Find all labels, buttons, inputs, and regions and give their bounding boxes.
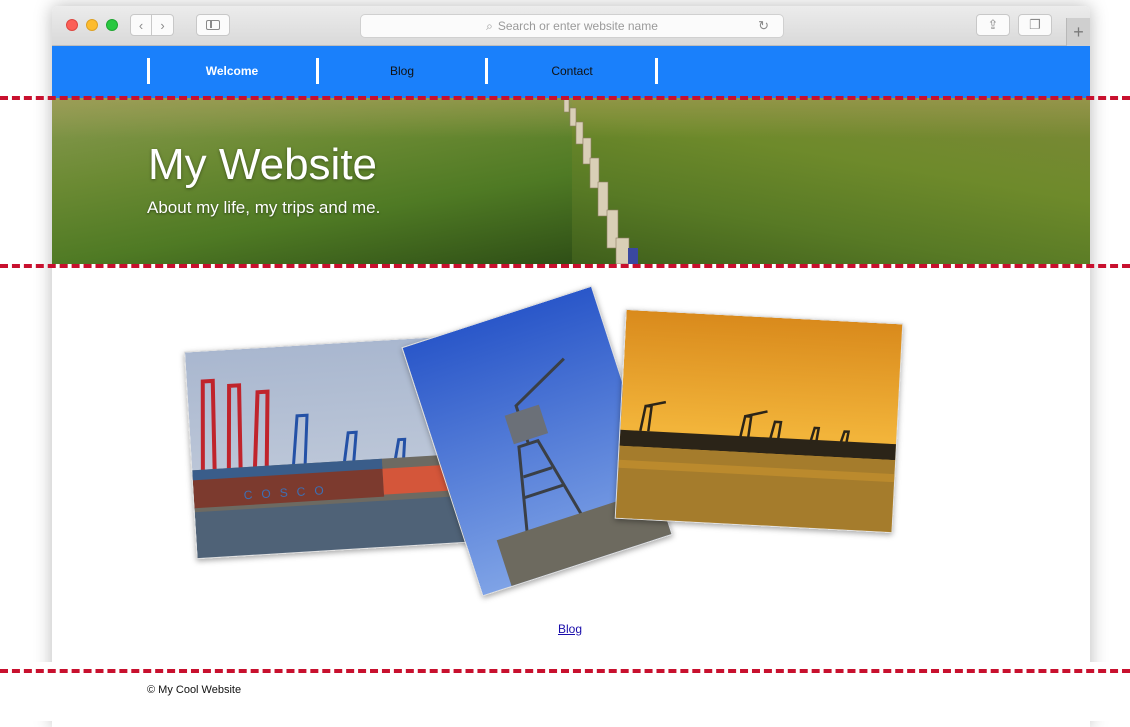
section-divider-guide [0, 96, 1130, 100]
page-subtitle: About my life, my trips and me. [147, 198, 381, 217]
search-icon: ⌕ [486, 18, 493, 33]
address-bar[interactable]: ⌕ Search or enter website name ↻ [360, 14, 784, 38]
page-title: My Website [148, 140, 378, 189]
forward-button[interactable]: › [152, 14, 174, 36]
share-icon: ⇪ [987, 17, 999, 32]
main-content: COSCO Blog [52, 264, 1090, 668]
hero-banner: My Website About my life, my trips and m… [52, 98, 1090, 264]
sidebar-icon [206, 20, 220, 30]
plus-icon: + [1073, 21, 1084, 42]
nav-separator [316, 58, 319, 84]
section-divider-guide [0, 264, 1130, 268]
blog-link[interactable]: Blog [558, 622, 582, 636]
nav-separator [655, 58, 658, 84]
chevron-left-icon: ‹ [138, 17, 144, 33]
nav-item-welcome[interactable]: Welcome [152, 64, 312, 78]
browser-toolbar: ‹ › ⌕ Search or enter website name ↻ ⇪ ❐… [52, 6, 1090, 46]
nav-item-contact[interactable]: Contact [492, 64, 652, 78]
zoom-window-button[interactable] [106, 19, 118, 31]
browser-window: ‹ › ⌕ Search or enter website name ↻ ⇪ ❐… [52, 6, 1090, 727]
history-buttons: ‹ › [130, 14, 174, 36]
wooden-fence-image [564, 98, 638, 264]
tabs-icon: ❐ [1029, 17, 1041, 32]
copyright-text: © My Cool Website [147, 684, 242, 696]
share-button[interactable]: ⇪ [976, 14, 1010, 36]
window-controls [66, 19, 118, 31]
back-button[interactable]: ‹ [130, 14, 152, 36]
reload-icon[interactable]: ↻ [758, 18, 769, 34]
sidebar-toggle-button[interactable] [196, 14, 230, 36]
address-bar-placeholder: Search or enter website name [497, 19, 658, 33]
nav-item-blog[interactable]: Blog [322, 64, 482, 78]
nav-separator [147, 58, 150, 84]
sunset-harbor-photo [614, 308, 904, 534]
minimize-window-button[interactable] [86, 19, 98, 31]
show-tabs-button[interactable]: ❐ [1018, 14, 1052, 36]
chevron-right-icon: › [160, 17, 165, 33]
close-window-button[interactable] [66, 19, 78, 31]
site-navigation: Welcome Blog Contact [52, 46, 1090, 98]
nav-separator [485, 58, 488, 84]
new-tab-button[interactable]: + [1066, 18, 1090, 46]
section-divider-guide [0, 669, 1130, 673]
